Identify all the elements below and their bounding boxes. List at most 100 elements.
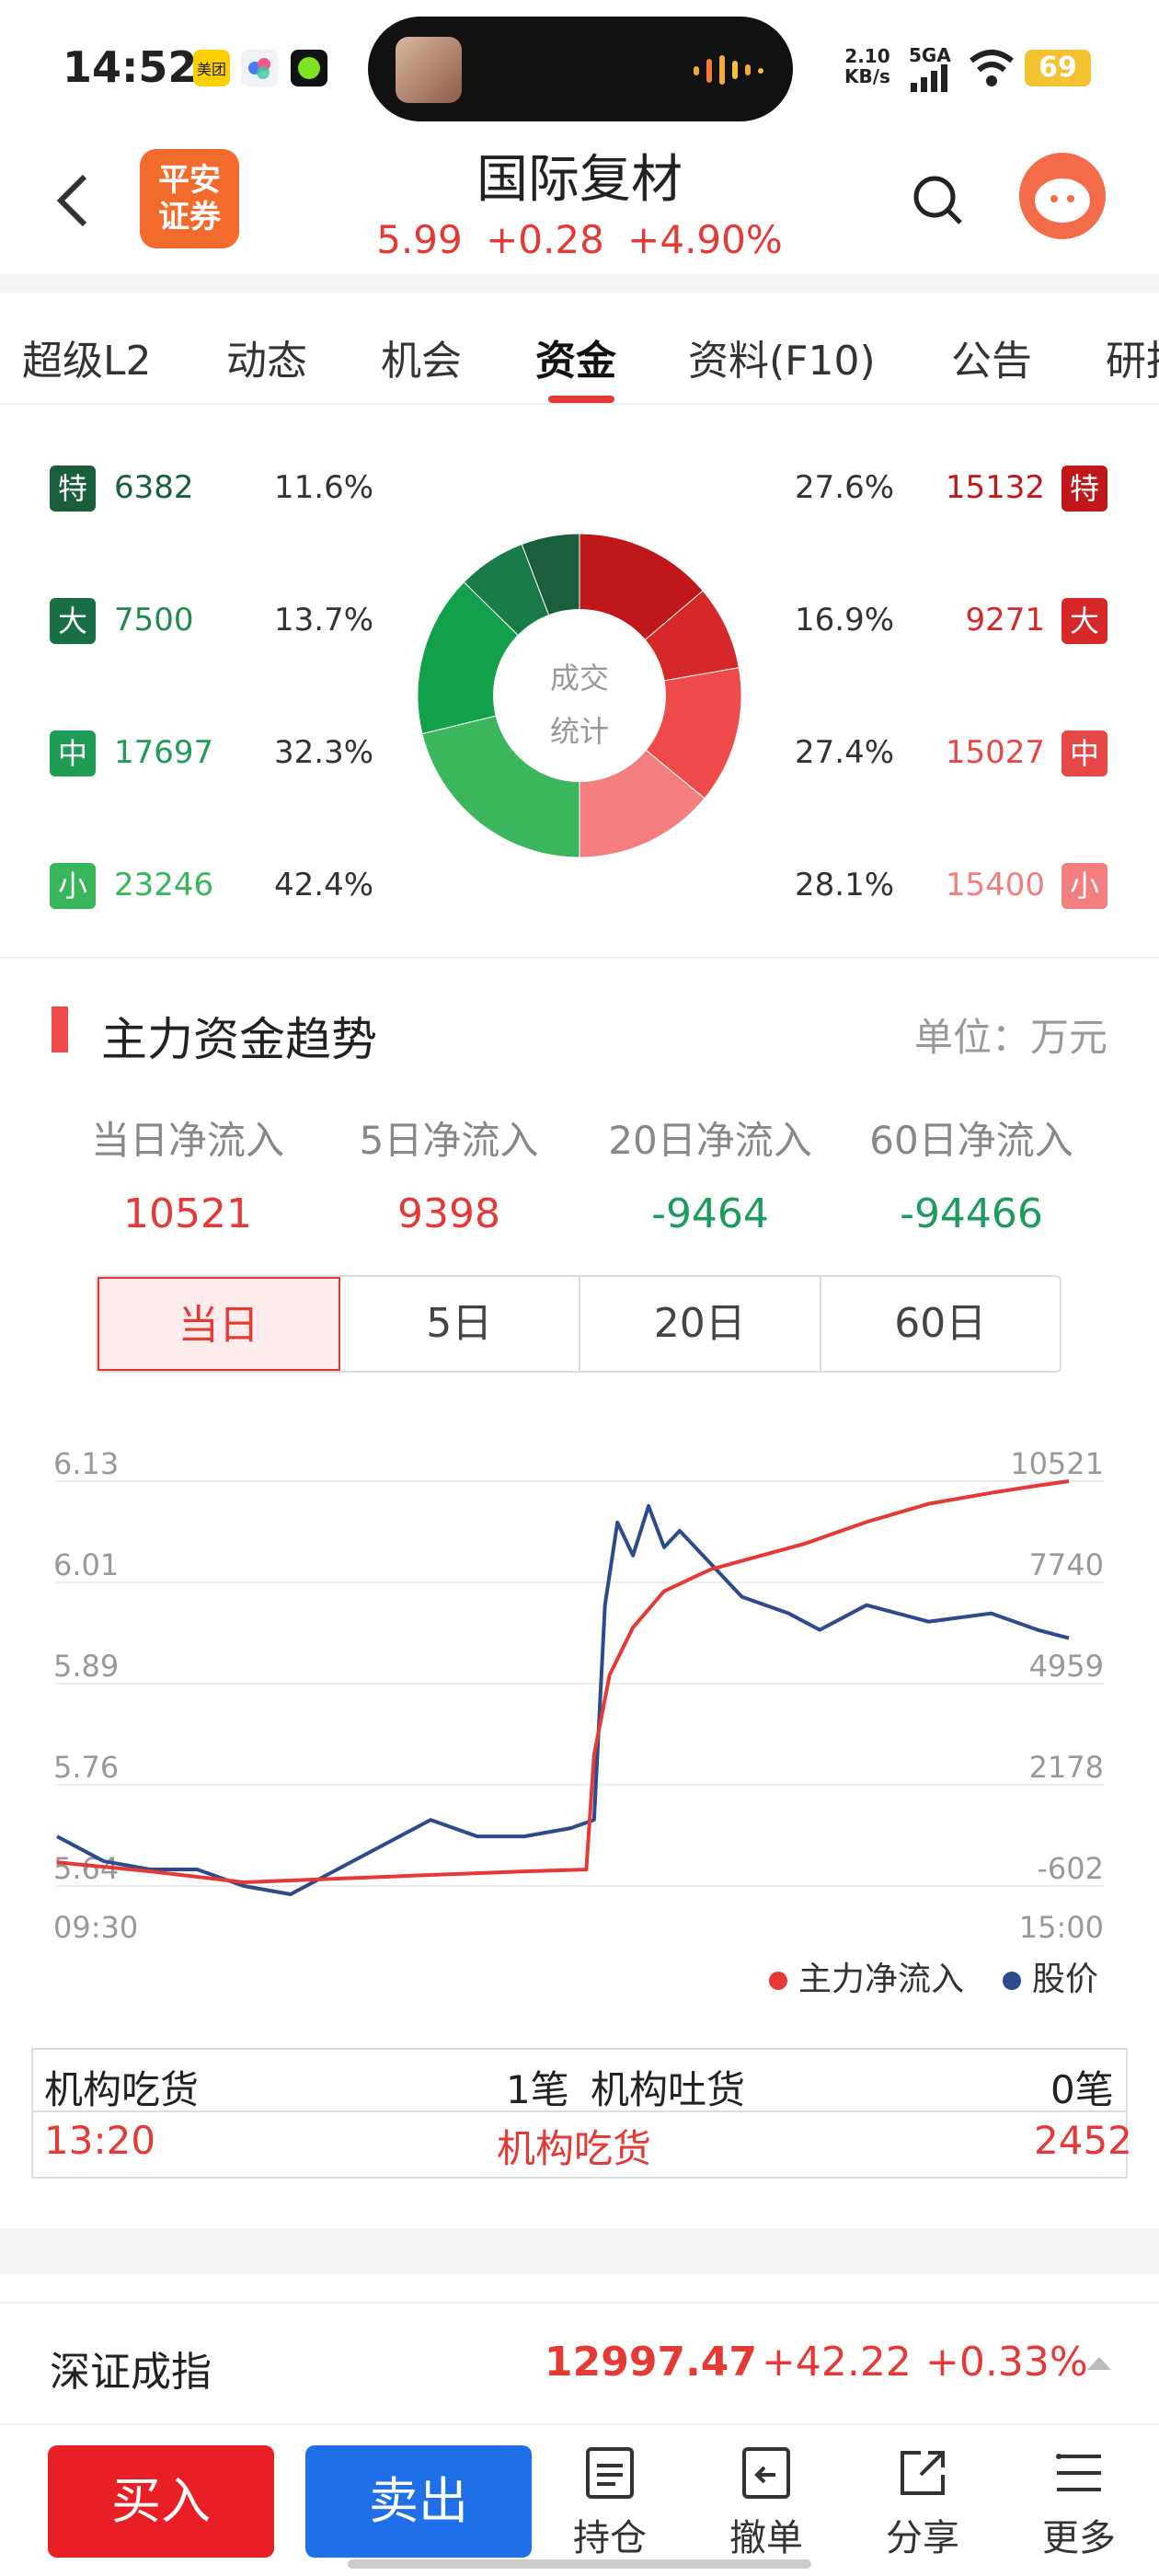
inst-buy-count: 1笔 bbox=[506, 2067, 569, 2112]
inflow-badge: 中 bbox=[1061, 730, 1107, 776]
flow-value-today: 10521 bbox=[123, 1190, 252, 1237]
share-icon bbox=[901, 2451, 945, 2495]
inflow-value: 15400 bbox=[945, 867, 1045, 903]
left-tick-label: 6.13 bbox=[53, 1446, 119, 1481]
segment-20d[interactable]: 20日 bbox=[580, 1277, 821, 1371]
left-tick-label: 5.89 bbox=[53, 1649, 119, 1684]
more-button[interactable]: 更多 bbox=[1028, 2445, 1130, 2561]
segment-today[interactable]: 当日 bbox=[98, 1277, 340, 1371]
index-change-pct: +0.33% bbox=[925, 2339, 1088, 2386]
stock-price: 5.99 bbox=[376, 217, 463, 262]
index-ticker[interactable]: 深证成指 12997.47 +42.22 +0.33% bbox=[0, 2304, 1159, 2423]
flow-value-5d: 9398 bbox=[397, 1190, 500, 1237]
tab-level2[interactable]: 超级L2 bbox=[22, 328, 152, 386]
outflow-percent: 42.4% bbox=[274, 867, 374, 903]
active-tab-indicator bbox=[548, 396, 614, 403]
inst-buy-label: 机构吃货 bbox=[44, 2067, 200, 2112]
battery-indicator: 69 bbox=[1025, 50, 1091, 86]
flow-label-60d: 60日净流入 bbox=[869, 1118, 1073, 1163]
sell-button[interactable]: 卖出 bbox=[305, 2445, 532, 2558]
left-tick-label: 6.01 bbox=[53, 1547, 119, 1582]
right-tick-label: 10521 bbox=[1010, 1446, 1104, 1481]
inflow-value: 15132 bbox=[945, 469, 1045, 506]
price-line bbox=[56, 1503, 1070, 1896]
share-button[interactable]: 分享 bbox=[872, 2445, 973, 2561]
index-value: 12997.47 bbox=[545, 2339, 758, 2386]
inflow-percent: 27.4% bbox=[795, 734, 895, 771]
wifi-icon bbox=[970, 50, 1014, 86]
signal-label: 5GA bbox=[909, 44, 951, 66]
inflow-badge: 小 bbox=[1061, 863, 1107, 909]
green-app-icon bbox=[291, 50, 327, 86]
status-time: 14:52 bbox=[63, 42, 198, 92]
inst-row-value: 2452 bbox=[1034, 2118, 1132, 2163]
audio-wave-icon bbox=[694, 55, 763, 85]
meituan-app-icon: 美团 bbox=[193, 50, 230, 86]
divider bbox=[0, 274, 1159, 293]
outflow-percent: 13.7% bbox=[274, 602, 374, 638]
outflow-percent: 11.6% bbox=[274, 469, 374, 506]
net-speed: 2.10 KB/s bbox=[844, 45, 890, 87]
section-accent bbox=[52, 1006, 68, 1052]
flow-label-today: 当日净流入 bbox=[90, 1118, 284, 1163]
flow-label-5d: 5日净流入 bbox=[359, 1118, 539, 1163]
inst-row-time: 13:20 bbox=[44, 2118, 156, 2163]
tab-f10[interactable]: 资料(F10) bbox=[688, 328, 876, 386]
stock-name: 国际复材 bbox=[476, 150, 683, 210]
caret-up-icon[interactable] bbox=[1087, 2355, 1111, 2372]
legend-dot bbox=[1003, 1972, 1021, 1990]
segment-5d[interactable]: 5日 bbox=[340, 1277, 580, 1371]
buy-button[interactable]: 买入 bbox=[48, 2445, 274, 2558]
period-selector: 当日 5日 20日 60日 bbox=[96, 1275, 1061, 1373]
outflow-badge: 小 bbox=[50, 863, 96, 909]
positions-icon bbox=[586, 2447, 634, 2499]
app-screen: 14:52 美团 2.10 KB/s 5GA 69 平安 证券 国际复材 5.9… bbox=[0, 0, 1159, 2576]
index-change: +42.22 bbox=[762, 2339, 912, 2386]
section-title: 主力资金趋势 bbox=[101, 1013, 377, 1066]
tab-research[interactable]: 研报 bbox=[1106, 328, 1159, 386]
right-tick-label: 2178 bbox=[1029, 1750, 1104, 1785]
flow-value-60d: -94466 bbox=[900, 1190, 1043, 1237]
inflow-value: 9271 bbox=[965, 602, 1045, 638]
tab-funds[interactable]: 资金 bbox=[535, 328, 616, 386]
donut-center-label: 成交 统计 bbox=[549, 661, 609, 749]
tab-opportunity[interactable]: 机会 bbox=[381, 328, 462, 386]
status-bar: 14:52 美团 2.10 KB/s 5GA 69 bbox=[0, 0, 1159, 138]
index-name: 深证成指 bbox=[50, 2349, 212, 2396]
stock-change-pct: +4.90% bbox=[627, 217, 783, 262]
more-menu-icon bbox=[1056, 2454, 1101, 2491]
main-flow-line bbox=[56, 1479, 1070, 1884]
inst-sell-label: 机构吐货 bbox=[591, 2067, 746, 2112]
inflow-percent: 16.9% bbox=[795, 602, 895, 638]
signal-bars-icon bbox=[911, 64, 947, 92]
outflow-badge: 大 bbox=[50, 598, 96, 644]
bottom-toolbar: 买入 卖出 持仓 撤单 分享 更多 bbox=[0, 2423, 1159, 2576]
flow-label-20d: 20日净流入 bbox=[608, 1118, 812, 1163]
inflow-badge: 特 bbox=[1061, 466, 1107, 512]
cloud-app-icon bbox=[241, 50, 278, 86]
outflow-value: 7500 bbox=[114, 602, 194, 638]
unit-label: 单位：万元 bbox=[913, 1015, 1107, 1060]
stock-quote: 5.99 +0.28 +4.90% bbox=[0, 217, 1159, 262]
inflow-badge: 大 bbox=[1061, 598, 1107, 644]
legend-dot bbox=[769, 1972, 787, 1990]
search-icon[interactable] bbox=[911, 173, 966, 228]
right-tick-label: -602 bbox=[1037, 1851, 1104, 1886]
legend-main-flow: 主力净流入 bbox=[769, 1952, 964, 2000]
positions-button[interactable]: 持仓 bbox=[559, 2445, 660, 2561]
cancel-order-icon bbox=[742, 2447, 790, 2499]
assistant-avatar[interactable] bbox=[1019, 153, 1106, 239]
tab-bar: 超级L2 动态 机会 资金 资料(F10) 公告 研报 bbox=[0, 304, 1159, 405]
institution-box: 机构吃货 1笔 机构吐货 0笔 13:20 机构吃货 2452 bbox=[31, 2048, 1132, 2179]
right-tick-label: 4959 bbox=[1029, 1649, 1104, 1684]
outflow-badge: 特 bbox=[50, 466, 96, 512]
segment-60d[interactable]: 60日 bbox=[821, 1277, 1061, 1371]
legend-price: 股价 bbox=[1003, 1952, 1098, 2000]
cancel-order-button[interactable]: 撤单 bbox=[716, 2445, 817, 2561]
outflow-badge: 中 bbox=[50, 730, 96, 776]
divider bbox=[33, 2110, 1126, 2112]
tab-news[interactable]: 动态 bbox=[226, 328, 307, 386]
tab-announcement[interactable]: 公告 bbox=[951, 328, 1032, 386]
dynamic-island[interactable] bbox=[368, 17, 793, 121]
inflow-percent: 28.1% bbox=[795, 867, 895, 903]
